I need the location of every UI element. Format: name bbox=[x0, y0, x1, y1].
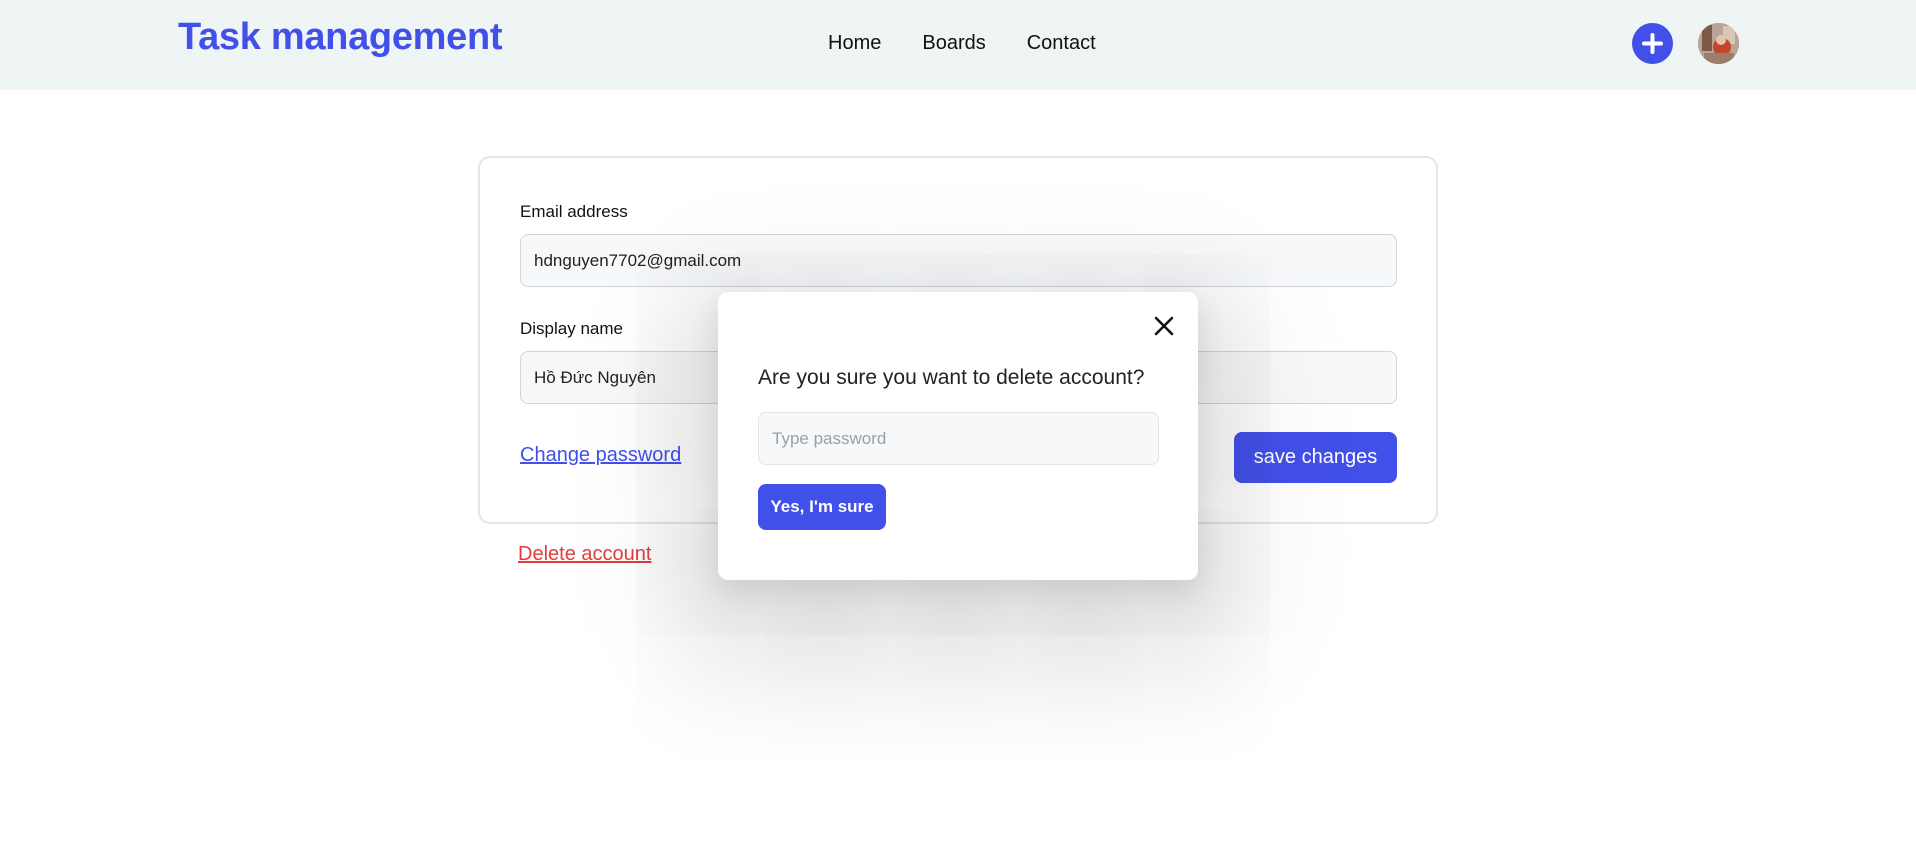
user-avatar[interactable] bbox=[1698, 23, 1739, 64]
email-field[interactable] bbox=[520, 234, 1397, 287]
top-navbar: Task management Home Boards Contact bbox=[0, 0, 1916, 90]
delete-account-link[interactable]: Delete account bbox=[518, 543, 651, 566]
delete-confirmation-question: Are you sure you want to delete account? bbox=[758, 366, 1145, 389]
delete-account-modal: Are you sure you want to delete account?… bbox=[718, 292, 1198, 580]
change-password-link[interactable]: Change password bbox=[520, 444, 681, 467]
main-nav: Home Boards Contact bbox=[828, 32, 1137, 55]
email-label: Email address bbox=[520, 202, 628, 221]
brand-title[interactable]: Task management bbox=[178, 16, 503, 59]
avatar-image-icon bbox=[1698, 23, 1739, 64]
confirm-delete-button[interactable]: Yes, I'm sure bbox=[758, 484, 886, 530]
password-input[interactable] bbox=[758, 412, 1159, 465]
plus-icon bbox=[1642, 33, 1663, 54]
display-name-label: Display name bbox=[520, 319, 623, 338]
nav-home-link[interactable]: Home bbox=[828, 32, 881, 55]
nav-contact-link[interactable]: Contact bbox=[1027, 32, 1096, 55]
close-modal-button[interactable] bbox=[1152, 314, 1176, 338]
save-changes-button[interactable]: save changes bbox=[1234, 432, 1397, 483]
add-button[interactable] bbox=[1632, 23, 1673, 64]
nav-boards-link[interactable]: Boards bbox=[922, 32, 985, 55]
close-icon bbox=[1154, 316, 1174, 336]
